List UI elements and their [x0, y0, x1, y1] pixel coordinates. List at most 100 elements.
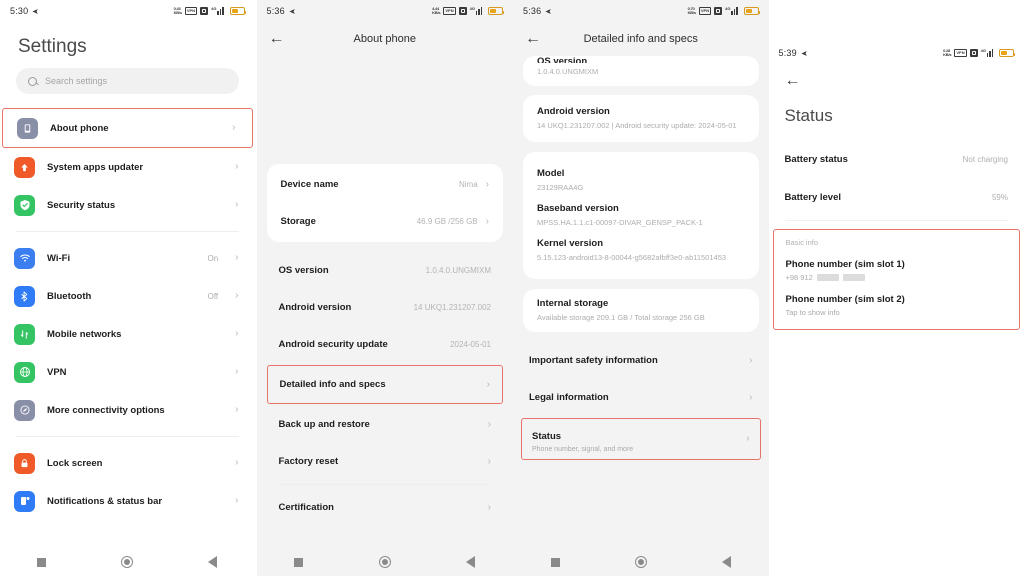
sidebar-item-about-phone[interactable]: About phone › [3, 109, 252, 147]
model-entry: Model 23129RAA4G [537, 163, 745, 198]
clock: 5:36 [523, 6, 542, 16]
entry-title: Model [537, 168, 565, 179]
sim-icon [969, 49, 978, 57]
sidebar-item-notifications-status-bar[interactable]: Notifications & status bar › [0, 482, 255, 520]
panel-status: 5:39 ➤ 0.28 KB/s VPN 4G ← Status Battery [768, 0, 1024, 576]
entry-value: 5.15.123-android13-8-00044-g5682afbff3e0… [537, 253, 727, 262]
status-bar-left: 5:36 ➤ [523, 6, 552, 16]
page-title: Settings [18, 36, 87, 57]
alarm-icon: ➤ [800, 48, 808, 58]
notification-icon [14, 490, 35, 512]
chevron-right-icon: › [485, 178, 489, 190]
sidebar-item-wifi[interactable]: Wi-Fi On › [0, 239, 255, 277]
square-icon[interactable] [37, 557, 47, 567]
row-factory-reset[interactable]: Factory reset › [261, 443, 510, 480]
sidebar-item-lock-screen[interactable]: Lock screen › [0, 444, 255, 482]
row-value: 1.0.4.0.UNGMIXM [425, 266, 491, 275]
circle-icon[interactable] [634, 556, 647, 568]
search-input[interactable]: Search settings [16, 68, 239, 94]
status-bar-right: 0.70 KB/s VPN 4G [688, 6, 760, 15]
entry-title: Phone number (sim slot 1) [785, 259, 905, 270]
basic-info-highlight: Basic info Phone number (sim slot 1) +98… [772, 229, 1020, 330]
row-label: Device name [280, 179, 339, 190]
basic-info-caption: Basic info [785, 238, 819, 247]
clock: 5:36 [266, 6, 285, 16]
chevron-right-icon: › [235, 161, 239, 172]
row-value: 2024-05-01 [450, 340, 491, 349]
sidebar-item-more-connectivity[interactable]: More connectivity options › [0, 391, 255, 429]
sim-icon [458, 7, 467, 15]
android-version-entry: Android version 14 UKQ1.231207.002 | And… [537, 106, 745, 131]
row-label: Status [532, 430, 562, 442]
entry-title: Internal storage [537, 298, 609, 309]
row-battery-level: Battery level 59% [769, 178, 1024, 216]
divider [278, 484, 491, 485]
row-label: Battery status [784, 153, 848, 165]
status-bar: 5:30 ➤ 0.43 KB/s VPN 4G [0, 0, 255, 22]
row-label: Legal information [529, 392, 609, 403]
app-bar: ← [769, 64, 1024, 98]
row-important-safety-information[interactable]: Important safety information › [513, 342, 769, 379]
battery-icon [488, 7, 504, 15]
sidebar-item-vpn[interactable]: VPN › [0, 353, 255, 391]
row-label: Battery level [784, 191, 842, 203]
redacted-block [816, 274, 839, 281]
row-device-name[interactable]: Device name Nima › [267, 166, 504, 203]
square-icon[interactable] [550, 557, 560, 567]
signal-icon: 4G [211, 6, 226, 15]
os-version-card[interactable]: OS version 1.0.4.0.UNGMIXM [523, 56, 759, 86]
row-label: Certification [278, 502, 334, 513]
sidebar-item-mobile-networks[interactable]: Mobile networks › [0, 315, 255, 353]
sim-icon [200, 7, 209, 15]
row-main: Status Phone number, signal, and more [532, 426, 738, 453]
panel-about-phone: 5:36 ➤ 4.44 KB/s VPN 4G ← About phone De… [256, 0, 513, 576]
square-icon[interactable] [294, 557, 304, 567]
row-phone-number-sim-1[interactable]: Phone number (sim slot 1) +98 912 [786, 255, 1008, 290]
status-bar-left: 5:30 ➤ [10, 6, 39, 16]
row-battery-status: Battery status Not charging [769, 140, 1024, 178]
entry-title: Android version [537, 106, 610, 117]
clock: 5:30 [10, 6, 29, 16]
row-label: OS version [278, 265, 329, 276]
chevron-right-icon: › [235, 290, 239, 301]
row-label: Android version [278, 302, 352, 313]
row-os-version[interactable]: OS version 1.0.4.0.UNGMIXM [261, 252, 510, 289]
sidebar-item-security-status[interactable]: Security status › [0, 186, 255, 224]
entry-value: +98 912 [786, 273, 1008, 282]
row-certification[interactable]: Certification › [261, 489, 510, 526]
android-version-card[interactable]: Android version 14 UKQ1.231207.002 | And… [523, 95, 759, 142]
sidebar-item-label: Security status [47, 199, 116, 211]
circle-icon[interactable] [121, 556, 134, 568]
globe-icon [14, 361, 35, 383]
status-bar-right: 0.28 KB/s VPN 4G [943, 48, 1015, 57]
row-label: Important safety information [529, 355, 658, 366]
row-detailed-info-and-specs[interactable]: Detailed info and specs › [268, 366, 503, 403]
row-storage[interactable]: Storage 46.9 GB /256 GB › [267, 203, 504, 240]
status-bar-left: 5:36 ➤ [267, 6, 296, 16]
battery-icon [743, 7, 760, 15]
lock-icon [14, 452, 35, 474]
sidebar-item-system-apps-updater[interactable]: System apps updater › [0, 148, 255, 186]
triangle-back-icon[interactable] [208, 556, 218, 568]
internal-storage-card[interactable]: Internal storage Available storage 209.1… [523, 289, 759, 332]
circle-icon[interactable] [378, 556, 391, 568]
status-bar-left: 5:39 ➤ [779, 48, 808, 58]
vpn-icon: VPN [954, 49, 967, 57]
row-android-security-update[interactable]: Android security update 2024-05-01 [261, 326, 510, 363]
triangle-back-icon[interactable] [721, 556, 731, 568]
row-label: Factory reset [278, 456, 339, 467]
bluetooth-icon [14, 285, 35, 307]
specs-card[interactable]: Model 23129RAA4G Baseband version MPSS.H… [523, 152, 759, 279]
row-back-up-and-restore[interactable]: Back up and restore › [261, 406, 510, 443]
row-legal-information[interactable]: Legal information › [513, 379, 769, 416]
divider [16, 231, 239, 232]
back-arrow-icon[interactable]: ← [785, 73, 801, 89]
sidebar-item-label: About phone [50, 122, 109, 134]
triangle-back-icon[interactable] [466, 556, 476, 568]
signal-icon: 4G [470, 6, 485, 15]
row-android-version[interactable]: Android version 14 UKQ1.231207.002 [261, 289, 510, 326]
chevron-right-icon: › [749, 391, 753, 403]
row-phone-number-sim-2[interactable]: Phone number (sim slot 2) Tap to show in… [786, 290, 1008, 319]
row-status[interactable]: Status Phone number, signal, and more › [522, 419, 760, 459]
sidebar-item-bluetooth[interactable]: Bluetooth Off › [0, 277, 255, 315]
